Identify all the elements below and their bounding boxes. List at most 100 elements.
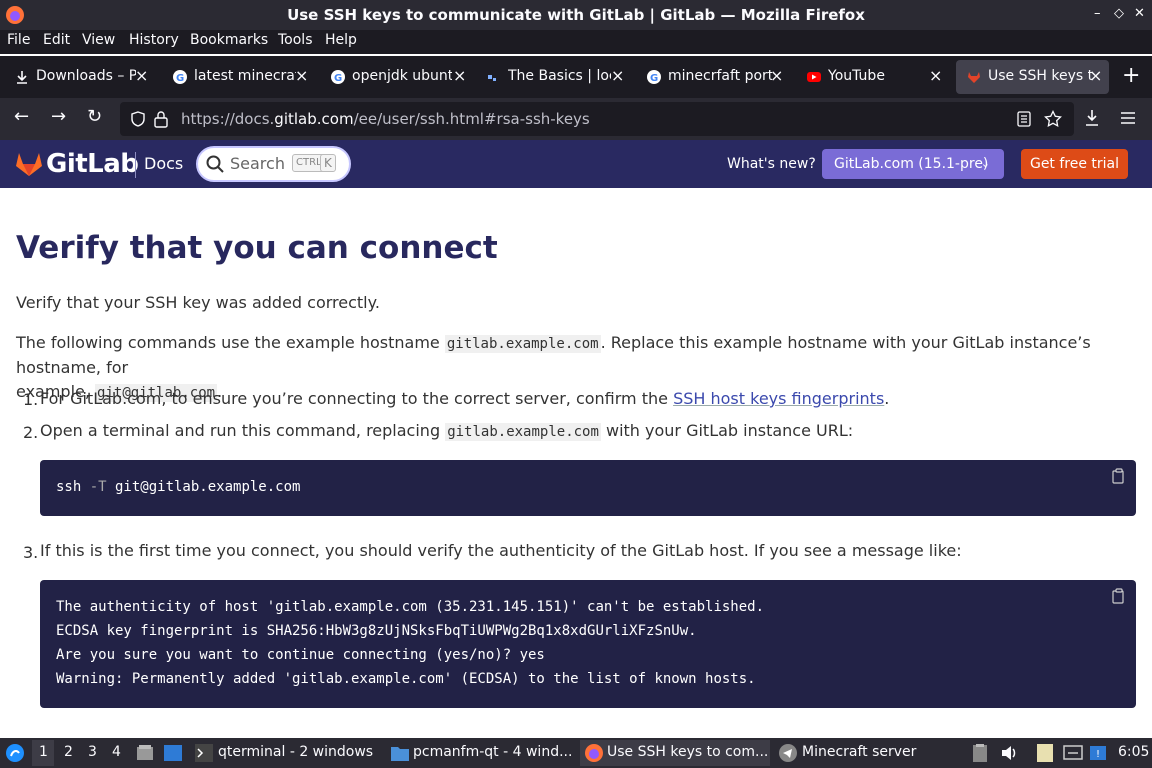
- list-number: 3.: [23, 543, 39, 562]
- tab-openjdk-ubuntu[interactable]: G openjdk ubuntu ×: [320, 60, 470, 94]
- svg-text:G: G: [176, 73, 184, 84]
- get-free-trial-button[interactable]: Get free trial: [1021, 149, 1128, 179]
- search-input[interactable]: Search CTRL K: [196, 146, 351, 182]
- whats-new-link[interactable]: What's new?: [727, 156, 816, 172]
- tab-use-ssh-keys[interactable]: Use SSH keys t ×: [956, 60, 1109, 94]
- close-icon[interactable]: ×: [453, 66, 466, 85]
- bookmark-star-icon[interactable]: [1044, 110, 1062, 128]
- clock[interactable]: 6:05: [1118, 744, 1149, 760]
- taskbar-item-label: pcmanfm-qt - 4 wind...: [413, 744, 573, 760]
- clipboard-icon[interactable]: [972, 743, 988, 763]
- close-icon[interactable]: ×: [929, 66, 942, 85]
- taskbar-item-minecraft-server[interactable]: Minecraft server: [774, 740, 924, 766]
- menu-tools[interactable]: Tools: [278, 32, 313, 48]
- list-number: 2.: [23, 423, 39, 442]
- code-block-ssh-command[interactable]: ssh -T git@gitlab.example.com: [40, 460, 1136, 516]
- copy-icon[interactable]: [1112, 588, 1126, 604]
- tab-label: openjdk ubuntu: [352, 68, 452, 84]
- minimize-button[interactable]: –: [1094, 6, 1101, 21]
- new-tab-button[interactable]: +: [1122, 63, 1140, 88]
- tab-downloads[interactable]: Downloads – Pa ×: [4, 60, 154, 94]
- menu-view[interactable]: View: [82, 32, 115, 48]
- menu-hamburger-icon[interactable]: [1120, 111, 1136, 125]
- ssh-host-keys-fingerprints-link[interactable]: SSH host keys fingerprints: [673, 389, 884, 408]
- tab-label: YouTube: [828, 68, 885, 84]
- version-dropdown[interactable]: GitLab.com (15.1-pre) ⌄: [822, 149, 1004, 179]
- google-icon: G: [173, 70, 187, 84]
- code-text[interactable]: The authenticity of host 'gitlab.example…: [56, 595, 764, 691]
- copy-icon[interactable]: [1112, 468, 1126, 484]
- terminal-icon: [195, 744, 213, 762]
- gitlab-brand[interactable]: GitLab: [46, 149, 139, 179]
- workspace-4[interactable]: 4: [112, 744, 121, 760]
- tab-minecraft-port[interactable]: G minecrfaft port ×: [636, 60, 786, 94]
- page-icon: [488, 75, 496, 81]
- back-icon[interactable]: ←: [14, 106, 29, 127]
- search-icon: [206, 155, 224, 173]
- svg-text:G: G: [650, 73, 658, 84]
- article-content: Verify that you can connect Verify that …: [0, 188, 1152, 734]
- close-window-button[interactable]: ✕: [1134, 6, 1145, 21]
- menu-bookmarks[interactable]: Bookmarks: [190, 32, 268, 48]
- docs-label[interactable]: Docs: [144, 154, 183, 173]
- reader-view-icon[interactable]: [1017, 111, 1031, 127]
- workspace-1[interactable]: 1: [32, 740, 54, 766]
- workspace-3[interactable]: 3: [88, 744, 97, 760]
- start-menu-icon[interactable]: [5, 743, 25, 763]
- network-icon[interactable]: [1063, 744, 1083, 762]
- close-icon[interactable]: ×: [135, 66, 148, 85]
- shield-icon[interactable]: [130, 111, 146, 127]
- taskbar-item-qterminal[interactable]: qterminal - 2 windows: [190, 740, 380, 766]
- google-icon: G: [331, 70, 345, 84]
- svg-text:!: !: [1096, 749, 1100, 760]
- volume-icon[interactable]: [1000, 744, 1018, 762]
- close-icon[interactable]: ×: [770, 66, 783, 85]
- window-title: Use SSH keys to communicate with GitLab …: [287, 6, 865, 24]
- kbd-k: K: [320, 154, 336, 172]
- section-heading: Verify that you can connect: [16, 230, 498, 266]
- taskbar-item-pcmanfm[interactable]: pcmanfm-qt - 4 wind...: [386, 740, 576, 766]
- taskbar-item-label: qterminal - 2 windows: [218, 744, 374, 760]
- menu-history[interactable]: History: [129, 32, 179, 48]
- inline-code: gitlab.example.com: [445, 423, 601, 441]
- taskbar-item-label: Use SSH keys to com...: [607, 744, 769, 760]
- notification-icon[interactable]: !: [1089, 743, 1107, 763]
- tab-label: The Basics | loc: [508, 68, 611, 84]
- tab-label: Downloads – Pa: [36, 68, 136, 84]
- code-text[interactable]: ssh -T git@gitlab.example.com: [56, 475, 300, 499]
- code-block-host-authenticity[interactable]: The authenticity of host 'gitlab.example…: [40, 580, 1136, 708]
- close-icon[interactable]: ×: [611, 66, 624, 85]
- workspace-2[interactable]: 2: [64, 744, 73, 760]
- firefox-icon: [585, 744, 603, 762]
- chevron-down-icon: ⌄: [980, 157, 990, 170]
- close-icon[interactable]: ×: [1089, 66, 1102, 85]
- search-placeholder: Search: [230, 154, 285, 173]
- tab-latest-minecraft[interactable]: G latest minecraf ×: [162, 60, 312, 94]
- notes-icon[interactable]: [1036, 743, 1054, 763]
- url-text[interactable]: https://docs.gitlab.com/ee/user/ssh.html…: [181, 110, 590, 128]
- lock-icon[interactable]: [154, 110, 168, 128]
- forward-icon[interactable]: →: [51, 106, 66, 127]
- gitlab-logo-icon[interactable]: [15, 151, 43, 177]
- version-label: GitLab.com (15.1-pre): [834, 156, 989, 172]
- close-icon[interactable]: ×: [295, 66, 308, 85]
- inline-code: gitlab.example.com: [444, 335, 601, 353]
- tab-the-basics[interactable]: The Basics | loc ×: [476, 60, 626, 94]
- list-number: 1.: [23, 390, 39, 409]
- maximize-button[interactable]: ◇: [1114, 6, 1124, 21]
- window-titlebar: Use SSH keys to communicate with GitLab …: [0, 0, 1152, 30]
- downloads-icon[interactable]: [1084, 109, 1100, 127]
- file-manager-icon[interactable]: [136, 744, 154, 762]
- url-bar[interactable]: https://docs.gitlab.com/ee/user/ssh.html…: [120, 102, 1074, 136]
- list-item-step-2: Open a terminal and run this command, re…: [40, 421, 854, 441]
- tab-label: Use SSH keys t: [988, 68, 1092, 84]
- folder-icon: [391, 747, 409, 761]
- tab-youtube[interactable]: YouTube ×: [796, 60, 948, 94]
- taskbar-item-label: Minecraft server: [802, 744, 917, 760]
- taskbar-item-firefox[interactable]: Use SSH keys to com...: [580, 740, 770, 766]
- show-desktop-icon[interactable]: [163, 744, 183, 762]
- menu-help[interactable]: Help: [325, 32, 357, 48]
- menu-edit[interactable]: Edit: [43, 32, 70, 48]
- reload-icon[interactable]: ↻: [87, 106, 102, 127]
- menu-file[interactable]: File: [7, 32, 30, 48]
